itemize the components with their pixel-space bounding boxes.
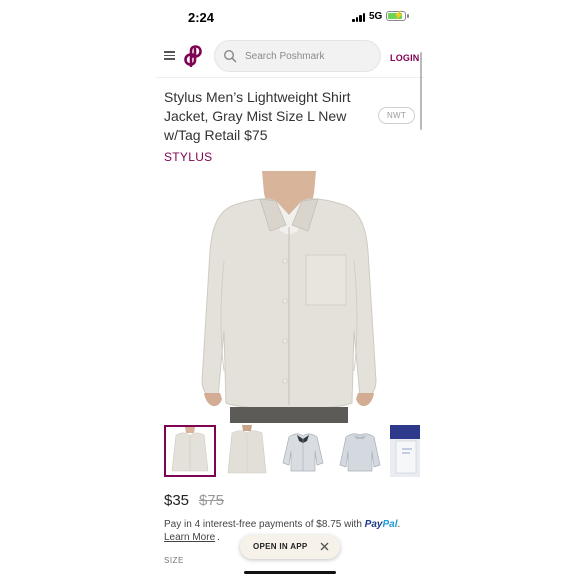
login-button[interactable]: LOGIN	[390, 53, 420, 63]
thumbnail-jacket-back[interactable]	[221, 425, 273, 477]
battery-icon: ⚡	[386, 10, 406, 21]
status-bar: 2:24 5G ⚡	[156, 0, 424, 34]
open-in-app-button[interactable]: OPEN IN APP	[253, 542, 308, 551]
thumbnail-jacket-tag[interactable]	[390, 425, 420, 477]
size-label: SIZE	[164, 556, 184, 565]
open-in-app-banner[interactable]: OPEN IN APP	[240, 535, 340, 559]
thumbnail-jacket-front[interactable]	[164, 425, 216, 477]
thumbnail-jacket-flat-back[interactable]	[334, 425, 386, 477]
paypal-logo: PayPal	[364, 519, 398, 530]
thumbnail-jacket-flat-front[interactable]	[277, 425, 329, 477]
original-price: $75	[199, 492, 225, 509]
search-icon	[223, 49, 237, 63]
condition-badge: NWT	[378, 107, 415, 124]
app-screen: 2:24 5G ⚡ LO	[156, 0, 424, 580]
pay-in-4-text: Pay in 4 interest-free payments of $8.75…	[164, 519, 362, 530]
network-label: 5G	[369, 11, 383, 22]
status-time: 2:24	[188, 10, 215, 25]
signal-icon	[352, 13, 366, 22]
poshmark-logo-icon[interactable]	[184, 45, 202, 67]
learn-more-link[interactable]: Learn More	[164, 532, 215, 543]
listing-title: Stylus Men’s Lightweight Shirt Jacket, G…	[164, 89, 351, 143]
hamburger-menu-icon[interactable]	[164, 51, 175, 60]
thumbnail-strip	[164, 425, 424, 479]
brand-link[interactable]: STYLUS	[164, 150, 212, 164]
current-price: $35	[164, 492, 190, 509]
search-bar[interactable]	[214, 40, 381, 72]
pay-in-4-info: Pay in 4 interest-free payments of $8.75…	[164, 519, 401, 530]
close-icon[interactable]	[320, 542, 329, 551]
header: LOGIN	[156, 36, 424, 78]
learn-more-suffix: .	[217, 532, 220, 543]
home-indicator	[244, 571, 336, 574]
search-input[interactable]	[245, 48, 375, 64]
main-product-image[interactable]	[164, 171, 414, 423]
scrollbar[interactable]	[420, 52, 422, 130]
